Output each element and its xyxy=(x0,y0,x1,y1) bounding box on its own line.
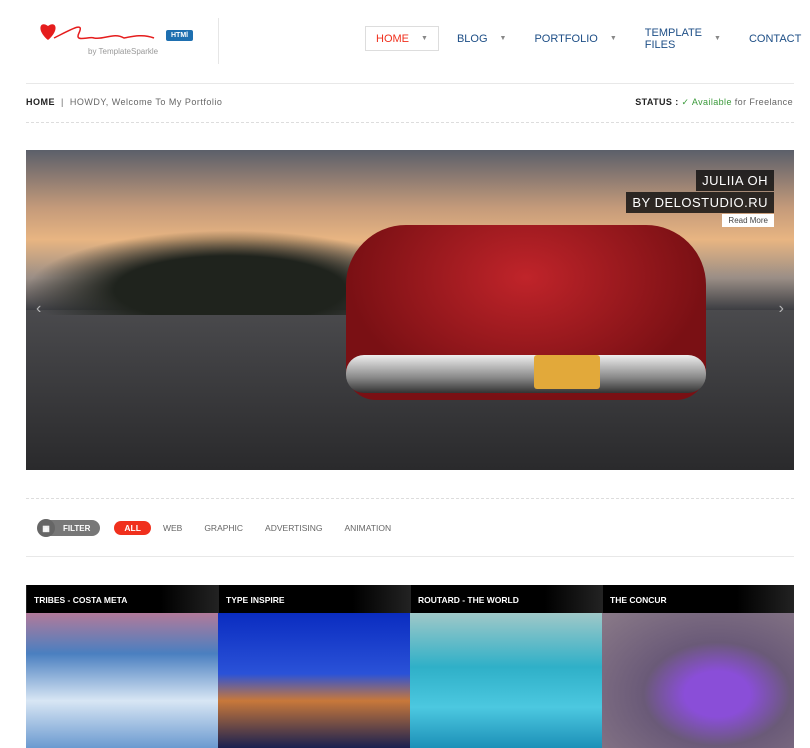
grid-icon: ▦ xyxy=(37,519,55,537)
status: STATUS : ✓ Available for Freelance xyxy=(635,97,793,108)
filter-web[interactable]: WEB xyxy=(163,523,182,533)
read-more-button[interactable]: Read More xyxy=(722,214,774,227)
filter-label: FILTER xyxy=(63,523,91,533)
slide-caption-title: JULIIA OH xyxy=(696,170,774,191)
caret-down-icon: ▼ xyxy=(609,35,617,42)
portfolio-grid: TRIBES - COSTA META TYPE INSPIRE ROUTARD… xyxy=(26,585,794,748)
nav-blog[interactable]: BLOG ▼ xyxy=(447,26,517,51)
nav-label: BLOG xyxy=(456,32,488,45)
status-available: Available xyxy=(691,97,732,107)
check-icon: ✓ xyxy=(681,97,690,107)
portfolio-image xyxy=(602,613,794,748)
html-badge: HTMl xyxy=(166,30,194,41)
portfolio-image xyxy=(410,613,602,748)
filter-graphic[interactable]: GRAPHIC xyxy=(204,523,243,533)
nav-template-files[interactable]: TEMPLATE FILES ▼ xyxy=(635,26,731,51)
portfolio-item[interactable]: TRIBES - COSTA META xyxy=(26,585,218,748)
portfolio-title: TRIBES - COSTA META xyxy=(26,585,218,613)
portfolio-image xyxy=(26,613,218,748)
breadcrumb: HOME | HOWDY, Welcome To My Portfolio xyxy=(26,97,222,107)
filter-animation[interactable]: ANIMATION xyxy=(345,523,392,533)
hero-slider[interactable]: JULIIA OH BY DELOSTUDIO.RU Read More ‹ › xyxy=(26,150,794,470)
nav-home[interactable]: HOME ▼ xyxy=(365,26,439,51)
filter-advertising[interactable]: ADVERTISING xyxy=(265,523,322,533)
portfolio-filters: ▦ FILTER ALL WEB GRAPHIC ADVERTISING ANIM… xyxy=(37,519,413,537)
divider xyxy=(26,122,794,123)
caret-down-icon: ▼ xyxy=(499,35,507,42)
breadcrumb-home[interactable]: HOME xyxy=(26,97,55,107)
slide-bumper xyxy=(346,355,706,393)
divider xyxy=(26,556,794,557)
nav-portfolio[interactable]: PORTFOLIO ▼ xyxy=(524,26,626,51)
status-label: STATUS : xyxy=(635,97,679,107)
nav-label: PORTFOLIO xyxy=(534,32,598,45)
nav-contact[interactable]: CONTACT xyxy=(739,26,810,51)
prev-arrow-icon[interactable]: ‹ xyxy=(36,300,41,318)
caret-down-icon: ▼ xyxy=(421,35,428,42)
status-text: for Freelance xyxy=(734,97,793,107)
portfolio-item[interactable]: THE CONCUR xyxy=(602,585,794,748)
main-nav: HOME ▼ BLOG ▼ PORTFOLIO ▼ TEMPLATE FILES ▼ C… xyxy=(365,26,810,51)
slide-trees xyxy=(26,230,366,315)
slide-caption-subtitle: BY DELOSTUDIO.RU xyxy=(626,192,774,213)
next-arrow-icon[interactable]: › xyxy=(779,300,784,318)
breadcrumb-text: HOWDY, Welcome To My Portfolio xyxy=(69,97,223,107)
portfolio-title: ROUTARD - THE WORLD xyxy=(410,585,602,613)
portfolio-item[interactable]: ROUTARD - THE WORLD xyxy=(410,585,602,748)
filter-button[interactable]: ▦ FILTER xyxy=(37,519,101,537)
header-divider xyxy=(218,18,219,64)
divider xyxy=(26,498,794,499)
caret-down-icon: ▼ xyxy=(714,35,721,42)
portfolio-image xyxy=(218,613,410,748)
nav-label: CONTACT xyxy=(748,32,802,45)
nav-label: HOME xyxy=(376,32,409,45)
filter-all[interactable]: ALL xyxy=(114,521,151,535)
nav-label: TEMPLATE FILES xyxy=(644,26,703,51)
divider xyxy=(26,83,794,84)
slide-plate xyxy=(534,355,600,389)
portfolio-title: TYPE INSPIRE xyxy=(218,585,410,613)
breadcrumb-sep: | xyxy=(61,97,64,107)
logo-byline: by TemplateSparkle xyxy=(88,47,159,56)
portfolio-item[interactable]: TYPE INSPIRE xyxy=(218,585,410,748)
portfolio-title: THE CONCUR xyxy=(602,585,794,613)
